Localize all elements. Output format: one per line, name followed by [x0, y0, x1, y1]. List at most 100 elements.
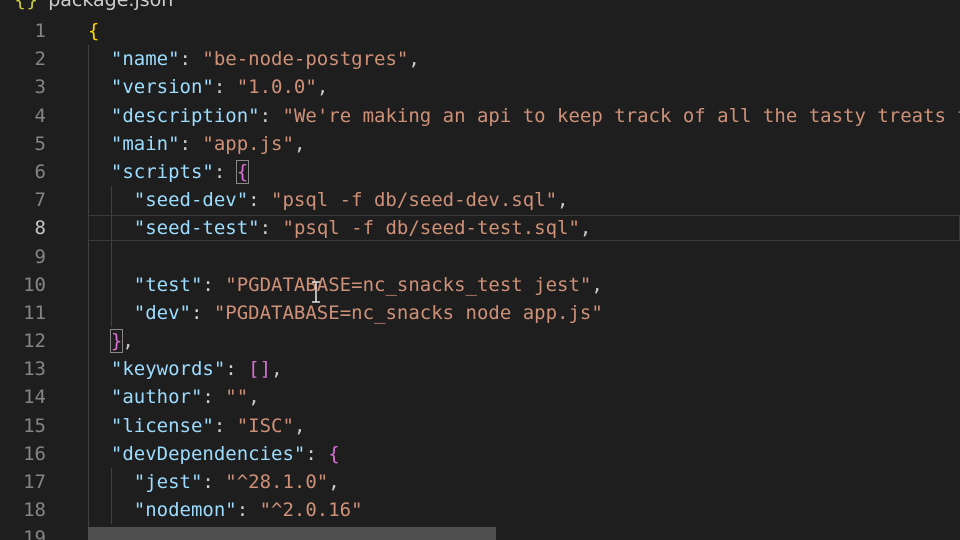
punctuation: ,: [328, 471, 340, 493]
code-text: "name": "be-node-postgres",: [88, 45, 420, 73]
punctuation: ,: [579, 217, 592, 240]
bracket: {: [328, 442, 340, 465]
punctuation: :: [202, 273, 226, 296]
bracket: }: [109, 329, 124, 354]
text-cursor-icon: [312, 281, 320, 303]
punctuation: :: [202, 471, 226, 493]
json-string: "PGDATABASE=nc_snacks node app.js": [213, 301, 603, 324]
punctuation: [88, 471, 134, 493]
code-text: {: [88, 17, 99, 45]
line-number: 17: [23, 471, 46, 493]
code-editor[interactable]: {} package.json 1{2 "name": "be-node-post…: [0, 0, 960, 540]
code-line[interactable]: 5 "main": "app.js",: [0, 129, 960, 158]
line-number: 2: [34, 48, 46, 71]
code-text: "nodemon": "^2.0.16": [88, 496, 363, 524]
json-string: "be-node-postgres": [202, 48, 409, 71]
code-line[interactable]: 18 "nodemon": "^2.0.16": [0, 496, 960, 525]
punctuation: [88, 386, 111, 408]
code-line[interactable]: 10 "test": "PGDATABASE=nc_snacks_test je…: [0, 270, 960, 299]
json-string: "app.js": [202, 132, 294, 155]
line-number: 12: [23, 330, 46, 353]
line-number: 9: [34, 245, 46, 268]
punctuation: :: [225, 358, 249, 381]
code-line[interactable]: 6 "scripts": {: [0, 157, 960, 187]
punctuation: [88, 330, 111, 352]
json-key: "author": [110, 386, 203, 409]
indent-guide: [88, 242, 89, 271]
line-number: 1: [34, 20, 46, 42]
code-text: "test": "PGDATABASE=nc_snacks_test jest"…: [88, 271, 603, 299]
punctuation: :: [236, 499, 260, 522]
code-lines[interactable]: 1{2 "name": "be-node-postgres", 3 "versio…: [0, 17, 960, 540]
punctuation: ,: [293, 414, 306, 437]
json-string: "We're making an api to keep track of al…: [282, 104, 960, 127]
punctuation: [88, 302, 134, 324]
code-text: "seed-test": "psql -f db/seed-test.sql",: [88, 214, 592, 242]
punctuation: :: [179, 132, 203, 155]
punctuation: [88, 189, 134, 211]
line-number: 16: [23, 442, 46, 465]
code-line[interactable]: 11 "dev": "PGDATABASE=nc_snacks node app…: [0, 298, 960, 328]
line-number: 10: [23, 273, 46, 296]
punctuation: ,: [591, 273, 603, 296]
code-line[interactable]: 13 "keywords": [],: [0, 355, 960, 384]
punctuation: [88, 358, 111, 380]
line-number: 4: [34, 104, 46, 127]
line-number: 14: [23, 386, 46, 409]
punctuation: ,: [316, 76, 329, 99]
code-line[interactable]: 2 "name": "be-node-postgres",: [0, 45, 960, 74]
line-number: 5: [34, 132, 46, 155]
punctuation: :: [259, 104, 283, 127]
json-string: "^2.0.16": [259, 499, 363, 522]
line-number: 18: [23, 499, 46, 522]
punctuation: :: [213, 160, 237, 183]
json-key: "nodemon": [133, 499, 237, 522]
punctuation: :: [248, 189, 272, 212]
line-number: 3: [34, 76, 46, 99]
punctuation: ,: [557, 189, 569, 212]
line-number: 6: [34, 160, 46, 183]
json-key: "description": [110, 104, 260, 127]
punctuation: :: [202, 386, 226, 409]
line-number: 8: [34, 217, 46, 240]
tab-filename: package.json: [48, 0, 174, 11]
code-line[interactable]: 4 "description": "We're making an api to…: [0, 101, 960, 130]
code-line[interactable]: 9: [0, 242, 960, 271]
code-line[interactable]: 7 "seed-dev": "psql -f db/seed-dev.sql",: [0, 186, 960, 215]
code-line[interactable]: 16 "devDependencies": {: [0, 439, 960, 468]
code-line[interactable]: 12 },: [0, 327, 960, 356]
json-string: "PGDATABASE=nc_snacks_test jest": [225, 273, 592, 296]
punctuation: [88, 217, 134, 239]
json-key: "keywords": [110, 358, 226, 381]
code-line[interactable]: 1{: [0, 17, 960, 45]
line-number: 11: [23, 301, 46, 324]
code-line[interactable]: 17 "jest": "^28.1.0",: [0, 468, 960, 497]
punctuation: ,: [408, 48, 420, 71]
json-string: "1.0.0": [236, 76, 317, 99]
json-key: "dev": [133, 301, 191, 324]
json-key: "version": [110, 76, 214, 99]
code-line[interactable]: 8 "seed-test": "psql -f db/seed-test.sql…: [0, 214, 960, 243]
json-key: "test": [133, 273, 203, 296]
punctuation: [88, 133, 111, 155]
code-line[interactable]: 14 "author": "",: [0, 383, 960, 412]
code-text: "seed-dev": "psql -f db/seed-dev.sql",: [88, 186, 569, 214]
code-line[interactable]: 3 "version": "1.0.0",: [0, 73, 960, 102]
json-string: "psql -f db/seed-dev.sql": [271, 189, 558, 212]
editor-tab[interactable]: {} package.json: [0, 0, 173, 12]
code-text: "author": "",: [88, 383, 260, 411]
punctuation: [88, 499, 134, 521]
bracket: {: [235, 159, 250, 184]
json-key: "jest": [133, 471, 203, 493]
line-number: 7: [34, 189, 46, 212]
json-string: "psql -f db/seed-test.sql": [282, 217, 580, 240]
json-key: "seed-dev": [133, 189, 249, 212]
punctuation: [88, 161, 111, 183]
json-key: "main": [110, 132, 180, 155]
json-key: "name": [110, 48, 180, 71]
punctuation: :: [305, 442, 329, 465]
code-line[interactable]: 15 "license": "ISC",: [0, 411, 960, 440]
code-text: "keywords": [],: [88, 355, 283, 383]
code-text: "version": "1.0.0",: [88, 73, 328, 101]
horizontal-scrollbar[interactable]: [88, 527, 496, 540]
